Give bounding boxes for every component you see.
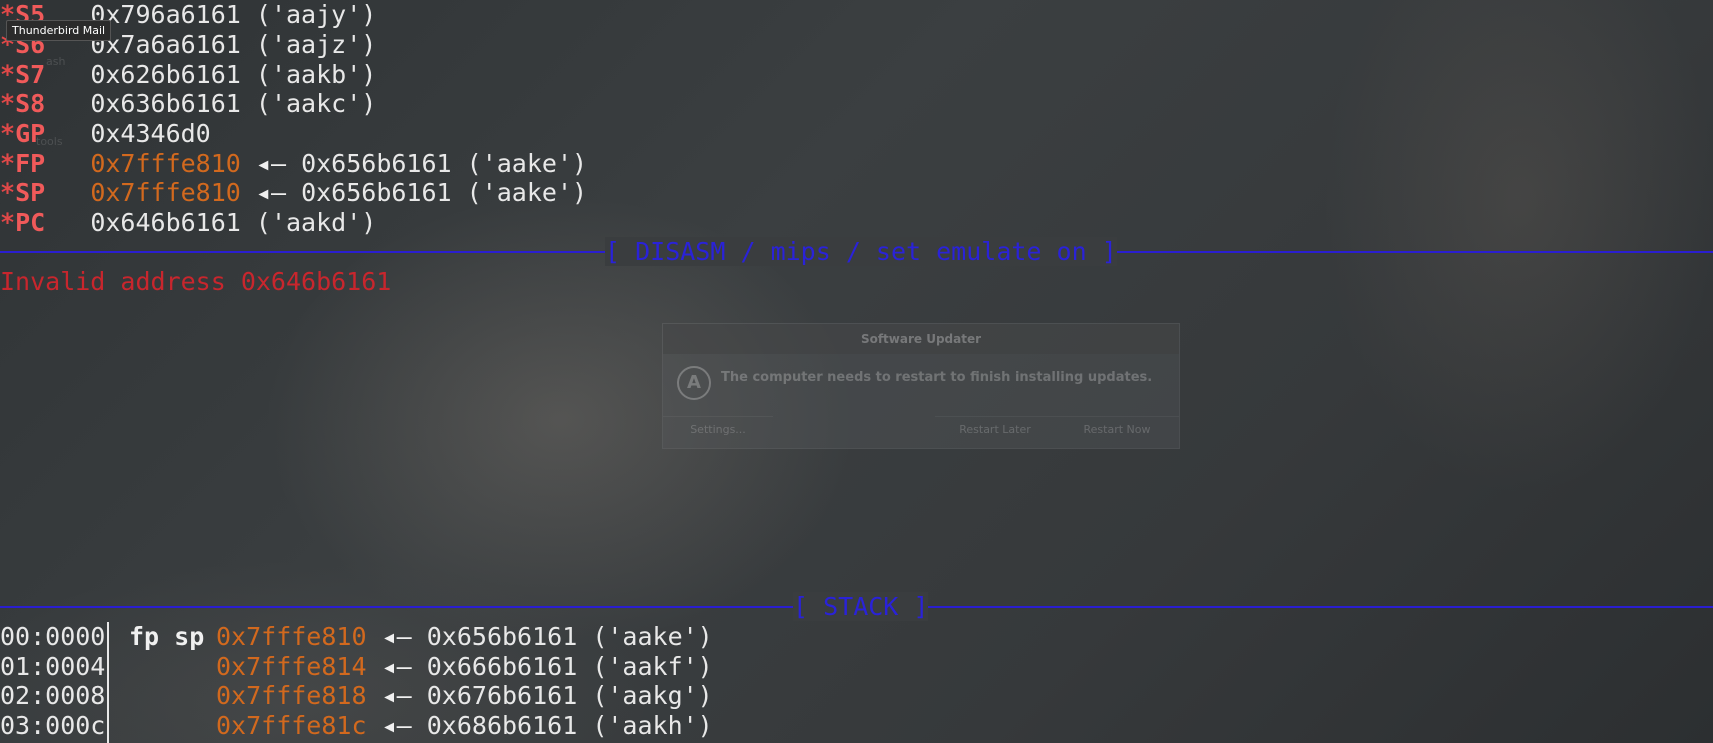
stack-value: 0x666b6161 ('aakf') <box>426 652 713 681</box>
deref-arrow: ◂— <box>381 711 412 740</box>
stack-row-entry: 0x7fffe81c ◂— 0x686b6161 ('aakh') <box>216 711 713 741</box>
terminal-output: *S5 0x796a6161 ('aajy') *S6 0x7a6a6161 (… <box>0 0 1713 743</box>
stack-row-entry: 0x7fffe818 ◂— 0x676b6161 ('aakg') <box>216 681 713 711</box>
register-value: 0x646b6161 ('aakd') <box>90 208 377 237</box>
deref-arrow: ◂— <box>381 622 412 651</box>
thunderbird-mail-tooltip: Thunderbird Mail <box>6 20 112 41</box>
stack-address: 0x7fffe810 <box>216 622 367 651</box>
stack-address: 0x7fffe818 <box>216 681 367 710</box>
stack-value: 0x656b6161 ('aake') <box>426 622 713 651</box>
stack-row: 00:0000 <box>0 622 105 652</box>
register-value: 0x636b6161 ('aakc') <box>90 89 377 118</box>
stack-address: 0x7fffe814 <box>216 652 367 681</box>
register-row-pc: *PC 0x646b6161 ('aakd') <box>0 208 376 238</box>
disasm-section-header: [ DISASM / mips / set emulate on ] <box>605 237 1117 266</box>
register-value: 0x656b6161 ('aake') <box>301 178 588 207</box>
register-value: 0x7a6a6161 ('aajz') <box>90 30 377 59</box>
stack-row-entry: 0x7fffe814 ◂— 0x666b6161 ('aakf') <box>216 652 713 682</box>
stack-offset: 03:000c <box>0 711 106 740</box>
modified-marker: * <box>0 89 16 118</box>
register-row-fp: *FP 0x7fffe810 ◂— 0x656b6161 ('aake') <box>0 149 587 179</box>
stack-row: 01:0004 <box>0 652 105 682</box>
stack-address: 0x7fffe810 <box>90 178 241 207</box>
stack-section-header: [ STACK ] <box>793 592 929 621</box>
modified-marker: * <box>0 208 16 237</box>
register-row-s8: *S8 0x636b6161 ('aakc') <box>0 89 376 119</box>
register-row-gp: *GP 0x4346d0 <box>0 119 211 149</box>
register-value: 0x796a6161 ('aajy') <box>90 0 377 29</box>
stack-offset: 00:0000 <box>0 622 106 651</box>
stack-address: 0x7fffe81c <box>216 711 367 740</box>
deref-arrow: ◂— <box>381 681 412 710</box>
register-name: PC <box>15 208 46 237</box>
stack-column-separator <box>107 622 109 743</box>
stack-address: 0x7fffe810 <box>90 149 241 178</box>
stack-row-label: fp sp <box>129 622 205 651</box>
modified-marker: * <box>0 149 16 178</box>
register-name: FP <box>15 149 46 178</box>
deref-arrow: ◂— <box>255 178 287 207</box>
deref-arrow: ◂— <box>255 149 287 178</box>
deref-arrow: ◂— <box>381 652 412 681</box>
modified-marker: * <box>0 60 16 89</box>
stack-row-entry: 0x7fffe810 ◂— 0x656b6161 ('aake') <box>216 622 713 652</box>
register-row-sp: *SP 0x7fffe810 ◂— 0x656b6161 ('aake') <box>0 178 587 208</box>
register-name: GP <box>15 119 46 148</box>
register-value: 0x626b6161 ('aakb') <box>90 60 377 89</box>
register-row-s7: *S7 0x626b6161 ('aakb') <box>0 60 376 90</box>
stack-offset: 02:0008 <box>0 681 106 710</box>
modified-marker: * <box>0 178 16 207</box>
stack-value: 0x686b6161 ('aakh') <box>426 711 713 740</box>
register-value: 0x4346d0 <box>90 119 211 148</box>
register-name: S8 <box>15 89 46 118</box>
stack-row: 03:000c <box>0 711 105 741</box>
stack-offset: 01:0004 <box>0 652 106 681</box>
register-name: S7 <box>15 60 46 89</box>
stack-value: 0x676b6161 ('aakg') <box>426 681 713 710</box>
register-name: SP <box>15 178 46 207</box>
modified-marker: * <box>0 119 16 148</box>
disasm-error-message: Invalid address 0x646b6161 <box>0 267 392 296</box>
register-value: 0x656b6161 ('aake') <box>301 149 588 178</box>
stack-row: 02:0008 <box>0 681 105 711</box>
